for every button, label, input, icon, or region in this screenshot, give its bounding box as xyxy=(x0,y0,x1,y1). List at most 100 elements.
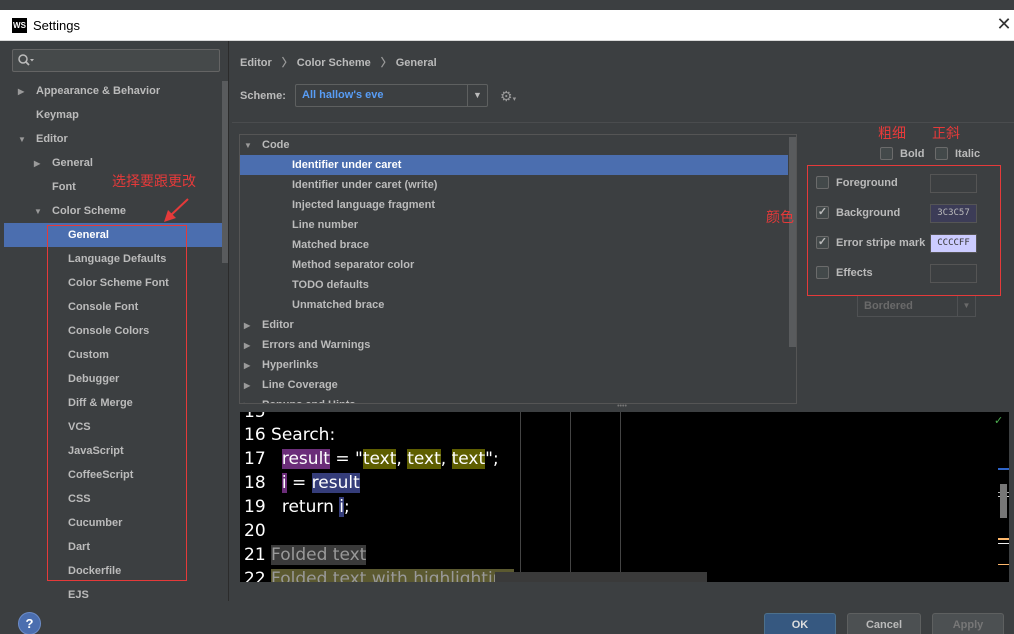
attribute-tree-item[interactable]: Injected language fragment xyxy=(240,195,788,215)
error-stripe-marker xyxy=(998,468,1009,470)
attribute-tree-item[interactable]: Unmatched brace xyxy=(240,295,788,315)
chevron-down-icon[interactable]: ▼ xyxy=(34,200,44,224)
attribute-tree-label: Line number xyxy=(292,219,359,231)
tree-item[interactable]: Keymap xyxy=(4,103,224,127)
attribute-tree-item[interactable]: Line number xyxy=(240,215,788,235)
right-margin-guide xyxy=(520,412,521,582)
attributes-tree: ▼ Code Identifier under caret Identifier un… xyxy=(239,134,797,404)
tree-item-label: Color Scheme xyxy=(52,205,126,217)
error-stripe-marker xyxy=(998,538,1009,540)
preview-line: 20 xyxy=(244,521,266,541)
tree-item[interactable]: ▼ Editor xyxy=(4,127,224,151)
error-stripe-marker xyxy=(998,564,1009,565)
italic-checkbox-row[interactable]: Italic xyxy=(935,145,980,163)
search-icon xyxy=(18,54,34,66)
chevron-right-icon[interactable]: ▶ xyxy=(34,152,44,176)
attribute-tree-item[interactable]: Matched brace xyxy=(240,235,788,255)
annotation-italic-upright: 正斜 xyxy=(932,126,960,142)
attribute-tree-label: Editor xyxy=(262,319,294,331)
effects-type-dropdown[interactable]: Bordered ▼ xyxy=(857,295,976,317)
effects-type-value: Bordered xyxy=(864,300,913,312)
gear-icon[interactable]: ⚙▾ xyxy=(500,88,516,105)
horizontal-scrollbar[interactable] xyxy=(495,572,707,582)
attribute-tree-label: Unmatched brace xyxy=(292,299,385,311)
bold-checkbox-row[interactable]: Bold xyxy=(880,145,924,163)
chevron-down-icon[interactable]: ▼ xyxy=(244,136,254,156)
title-bar: WS Settings ✕ xyxy=(0,10,1014,41)
apply-button[interactable]: Apply xyxy=(932,613,1004,634)
annotation-color: 颜色 xyxy=(766,210,794,226)
preview-line: 19 return i; xyxy=(244,497,350,517)
preview-line: 16 Search: xyxy=(244,425,336,445)
chevron-right-icon[interactable]: ▶ xyxy=(244,316,254,336)
chevron-right-icon[interactable]: ▶ xyxy=(18,80,28,104)
attribute-tree-item[interactable]: ▶ Hyperlinks xyxy=(240,355,788,375)
attribute-tree-item[interactable]: ▶ Popups and Hints xyxy=(240,395,788,403)
attribute-tree-item[interactable]: ▼ Code xyxy=(240,135,788,155)
window-title: Settings xyxy=(33,18,80,33)
help-button[interactable]: ? xyxy=(18,612,41,634)
splitter-handle[interactable]: •••• xyxy=(614,403,630,410)
annotation-box-list xyxy=(47,225,187,581)
attribute-tree-item[interactable]: ▶ Errors and Warnings xyxy=(240,335,788,355)
chevron-down-icon: ▼ xyxy=(957,296,975,316)
attribute-tree-item[interactable]: TODO defaults xyxy=(240,275,788,295)
preview-line: 21 Folded text xyxy=(244,545,367,565)
annotation-bold-thin: 粗细 xyxy=(878,126,906,142)
breadcrumb-general: General xyxy=(395,57,437,69)
chevron-right-icon[interactable]: ▶ xyxy=(244,396,254,403)
check-icon: ✓ xyxy=(994,414,1004,427)
chevron-right-icon[interactable]: ▶ xyxy=(244,376,254,396)
vertical-scrollbar[interactable] xyxy=(1000,484,1007,518)
attribute-tree-label: Popups and Hints xyxy=(262,399,356,403)
code-preview[interactable]: 15 16 Search: 17 result = "text, text, t… xyxy=(240,412,1009,582)
attribute-tree-label: Injected language fragment xyxy=(292,199,436,211)
breadcrumb-color-scheme[interactable]: Color Scheme xyxy=(297,57,371,69)
attribute-tree-item[interactable]: Identifier under caret xyxy=(240,155,788,175)
attribute-tree-label: Line Coverage xyxy=(262,379,338,391)
cancel-button[interactable]: Cancel xyxy=(847,613,921,634)
attribute-tree-label: Identifier under caret (write) xyxy=(292,179,438,191)
error-stripe-marker xyxy=(998,543,1009,544)
tree-item-label: Appearance & Behavior xyxy=(36,85,161,97)
tree-item-label: Editor xyxy=(36,133,68,145)
attribute-tree-item[interactable]: ▶ Editor xyxy=(240,315,788,335)
tree-item[interactable]: ▶ Appearance & Behavior xyxy=(4,79,224,103)
preview-line: 17 result = "text, text, text"; xyxy=(244,449,499,469)
tree-item-label: Keymap xyxy=(36,109,79,121)
settings-search-input[interactable] xyxy=(12,49,220,72)
chevron-right-icon[interactable]: ▶ xyxy=(244,356,254,376)
tree-item[interactable]: EJS xyxy=(4,583,224,601)
tree-item-label: EJS xyxy=(68,589,89,601)
breadcrumb-separator: 〉 xyxy=(380,57,392,69)
bold-label: Bold xyxy=(900,148,925,160)
close-icon[interactable]: ✕ xyxy=(994,14,1014,34)
attribute-tree-label: Errors and Warnings xyxy=(262,339,371,351)
attribute-tree-item[interactable]: Method separator color xyxy=(240,255,788,275)
preview-line: 18 i = result xyxy=(244,473,360,493)
chevron-down-icon[interactable]: ▼ xyxy=(467,85,487,106)
breadcrumb-editor[interactable]: Editor xyxy=(240,57,272,69)
breadcrumb-separator: 〉 xyxy=(281,57,293,69)
annotation-arrow-icon xyxy=(164,198,189,222)
scheme-label: Scheme: xyxy=(240,90,286,102)
preview-line: 22 Folded text with highlighting xyxy=(244,567,515,582)
breadcrumb: Editor 〉 Color Scheme 〉 General xyxy=(240,54,441,70)
attribute-tree-item[interactable]: ▶ Line Coverage xyxy=(240,375,788,395)
attribute-tree-item[interactable]: Identifier under caret (write) xyxy=(240,175,788,195)
ok-button[interactable]: OK xyxy=(764,613,836,634)
attributes-tree-scrollbar[interactable] xyxy=(789,137,796,347)
attribute-tree-label: Identifier under caret xyxy=(292,159,402,171)
webstorm-logo-icon: WS xyxy=(12,18,27,33)
chevron-right-icon[interactable]: ▶ xyxy=(244,336,254,356)
tree-item-label: Font xyxy=(52,181,76,193)
right-margin-guide xyxy=(570,412,571,582)
bold-checkbox[interactable] xyxy=(880,146,893,160)
attribute-tree-label: Hyperlinks xyxy=(262,359,319,371)
scheme-dropdown[interactable]: All hallow's eve ▼ xyxy=(295,84,488,107)
italic-checkbox[interactable] xyxy=(935,146,948,160)
annotation-select-change: 选择要跟更改 xyxy=(112,174,196,190)
italic-label: Italic xyxy=(955,148,981,160)
attribute-tree-label: TODO defaults xyxy=(292,279,369,291)
chevron-down-icon[interactable]: ▼ xyxy=(18,128,28,152)
